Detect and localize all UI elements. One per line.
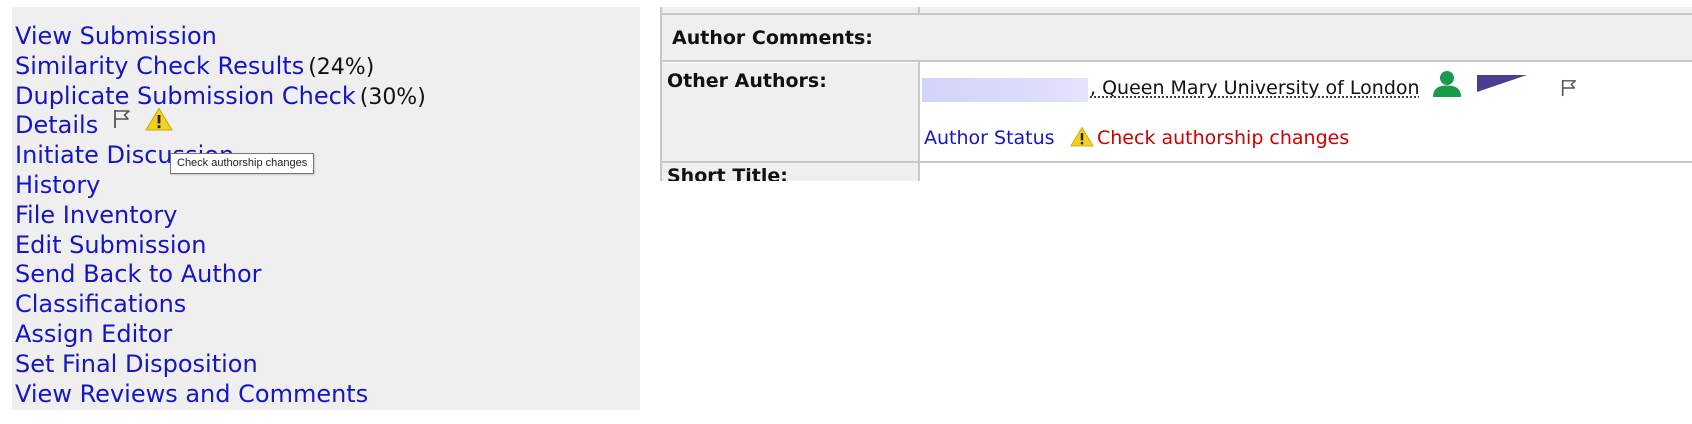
- edit-submission-link[interactable]: Edit Submission: [15, 231, 206, 259]
- table-divider: [660, 161, 1692, 163]
- action-item: Classifications: [15, 290, 426, 320]
- short-title-label: Short Title:: [667, 165, 788, 181]
- table-divider: [660, 13, 1692, 15]
- table-divider: [660, 60, 1692, 62]
- warning-icon[interactable]: [145, 107, 174, 139]
- action-item: Edit Submission: [15, 231, 426, 261]
- other-authors-label: Other Authors:: [667, 70, 827, 92]
- file-inventory-link[interactable]: File Inventory: [15, 201, 177, 229]
- pennant-icon: [1477, 73, 1529, 97]
- action-item: Send Back to Author: [15, 260, 426, 290]
- submission-actions-panel: View Submission Similarity Check Results…: [12, 7, 640, 410]
- classifications-link[interactable]: Classifications: [15, 290, 186, 318]
- submission-details-table: Author Comments: Other Authors: Short Ti…: [660, 7, 1692, 181]
- action-item: Assign Editor: [15, 320, 426, 350]
- table-divider: [918, 61, 920, 181]
- action-item: Similarity Check Results (24%): [15, 52, 426, 82]
- similarity-check-link[interactable]: Similarity Check Results: [15, 52, 304, 80]
- tooltip: Check authorship changes: [170, 153, 315, 174]
- flag-outline-icon[interactable]: [112, 108, 132, 138]
- set-final-disposition-link[interactable]: Set Final Disposition: [15, 350, 258, 378]
- assign-editor-link[interactable]: Assign Editor: [15, 320, 172, 348]
- duplicate-check-link[interactable]: Duplicate Submission Check: [15, 82, 356, 110]
- redacted-author-name: [922, 78, 1088, 102]
- details-link[interactable]: Details: [15, 111, 98, 139]
- action-item: File Inventory: [15, 201, 426, 231]
- person-icon[interactable]: [1432, 70, 1462, 102]
- flag-outline-icon[interactable]: [1560, 78, 1578, 102]
- history-link[interactable]: History: [15, 171, 100, 199]
- author-affiliation[interactable]: , Queen Mary University of London: [1090, 77, 1420, 99]
- action-list: View Submission Similarity Check Results…: [15, 22, 426, 409]
- action-item: History: [15, 171, 426, 201]
- action-item: Duplicate Submission Check (30%): [15, 82, 426, 112]
- similarity-percentage: (24%): [308, 54, 375, 80]
- action-item: Details: [15, 108, 426, 141]
- duplicate-percentage: (30%): [359, 84, 426, 110]
- author-status-message: Check authorship changes: [1097, 127, 1350, 149]
- author-comments-label: Author Comments:: [672, 27, 873, 49]
- view-submission-link[interactable]: View Submission: [15, 22, 217, 50]
- action-item: View Submission: [15, 22, 426, 52]
- view-reviews-link[interactable]: View Reviews and Comments: [15, 380, 368, 408]
- warning-icon: [1070, 126, 1094, 151]
- author-status-link[interactable]: Author Status: [924, 127, 1055, 149]
- table-border: [660, 7, 662, 181]
- action-item: Set Final Disposition: [15, 350, 426, 380]
- send-back-to-author-link[interactable]: Send Back to Author: [15, 260, 262, 288]
- action-item: View Reviews and Comments: [15, 380, 426, 410]
